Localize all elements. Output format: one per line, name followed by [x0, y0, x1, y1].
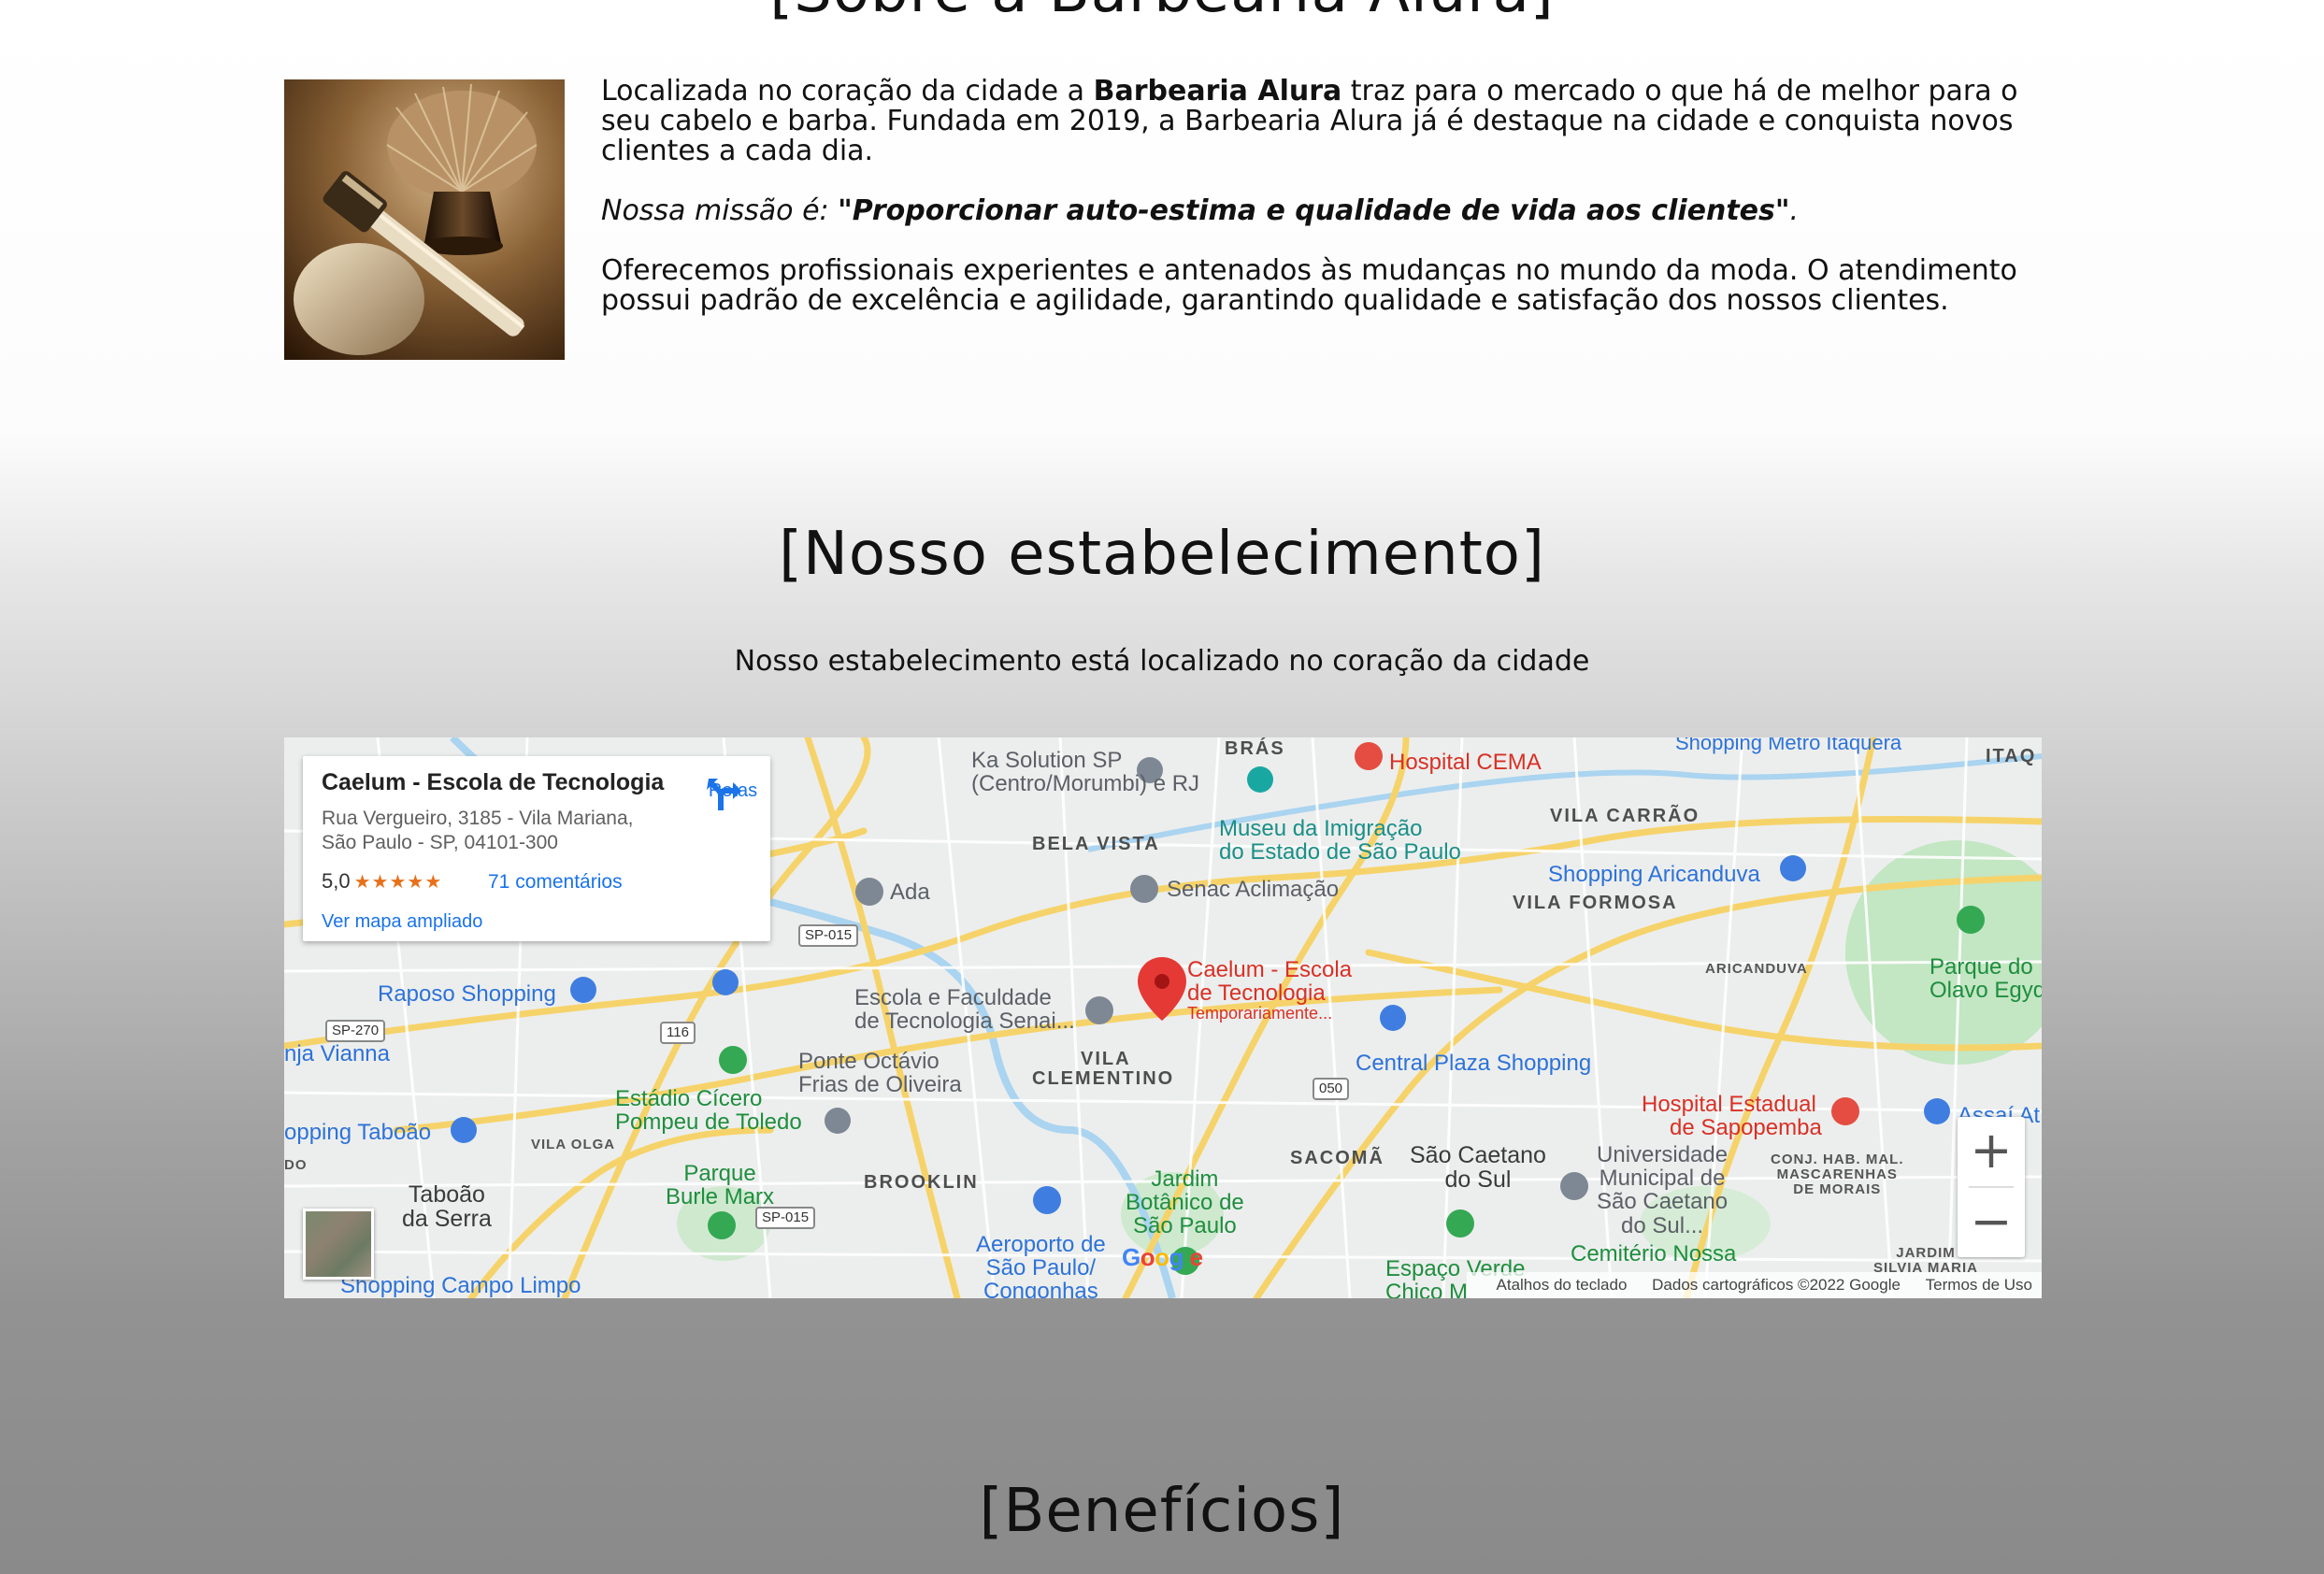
map-footer: Atalhos do teclado Dados cartográficos ©…: [1466, 1272, 2042, 1298]
map-label-sacoma: SACOMÃ: [1290, 1148, 1384, 1168]
road-shield-116: 116: [660, 1022, 696, 1044]
map-label-vianna: nja Vianna: [284, 1041, 390, 1066]
view-larger-map-link[interactable]: Ver mapa ampliado: [322, 911, 482, 933]
google-logo: Google: [1122, 1243, 1203, 1271]
terms-of-use-link[interactable]: Termos de Uso: [1926, 1276, 2032, 1294]
place-title: Caelum - Escola de Tecnologia: [322, 769, 665, 795]
map-label-ada: Ada: [890, 880, 930, 905]
map-label-shopping-campo-limpo: Shopping Campo Limpo: [340, 1273, 581, 1298]
keyboard-shortcuts-link[interactable]: Atalhos do teclado: [1497, 1276, 1628, 1294]
road-shield-050: 050: [1313, 1078, 1350, 1100]
place-rating: 5,0 ★★★★★: [322, 869, 443, 893]
map-label-parque-burle-marx: Parque Burle Marx: [666, 1161, 775, 1210]
map-label-aeroporto: Aeroporto de São Paulo/Congonhas: [976, 1232, 1106, 1298]
map-place-card: Caelum - Escola de Tecnologia Rua Vergue…: [303, 756, 770, 941]
embedded-google-map[interactable]: Ka Solution SP (Centro/Morumbi) e RJ BRÁS…: [284, 737, 2042, 1298]
star-rating-icon: ★★★★★: [353, 872, 443, 893]
road-shield-sp015: SP-015: [798, 924, 859, 947]
map-label-central-plaza: Central Plaza Shopping: [1356, 1051, 1592, 1076]
about-section-title: [Sobre a Barbearia Alura]: [0, 0, 2324, 26]
reviews-link[interactable]: 71 comentários: [488, 871, 623, 894]
zoom-controls: + −: [1958, 1117, 2025, 1257]
map-label-aricanduva: ARICANDUVA: [1705, 961, 1808, 977]
map-label-ponte: Ponte Octávio Frias de Oliveira: [798, 1049, 962, 1098]
map-label-vila-olga: VILA OLGA: [531, 1137, 616, 1152]
zoom-out-button[interactable]: −: [1958, 1188, 2025, 1255]
map-label-vila-carrao: VILA CARRÃO: [1550, 806, 1700, 826]
establishment-description: Nosso estabelecimento está localizado no…: [734, 645, 1590, 678]
about-text-block: Localizada no coração da cidade a Barbea…: [601, 77, 2041, 346]
map-label-shopping-taboao: opping Taboão: [284, 1120, 432, 1145]
map-label-parque-carmo: Parque do Olavo Egyd: [1929, 954, 2042, 1004]
map-label-brooklin: BROOKLIN: [864, 1172, 979, 1193]
satellite-view-toggle[interactable]: [303, 1209, 374, 1280]
map-data-attribution: Dados cartográficos ©2022 Google: [1652, 1276, 1901, 1294]
map-label-ka-solution: Ka Solution SP (Centro/Morumbi) e RJ: [971, 748, 1200, 797]
map-label-vila-clementino: VILA CLEMENTINO: [1032, 1049, 1175, 1089]
about-mission: Nossa missão é: "Proporcionar auto-estim…: [601, 194, 1800, 227]
map-label-vila-formosa: VILA FORMOSA: [1513, 893, 1678, 913]
map-label-conj-hab: CONJ. HAB. MAL. MASCARENHAS DE MORAIS: [1771, 1152, 1904, 1197]
map-label-hospital-cema: Hospital CEMA: [1389, 750, 1542, 775]
map-label-cemiterio: Cemitério Nossa: [1571, 1241, 1737, 1266]
zoom-in-button[interactable]: +: [1958, 1117, 2025, 1184]
map-label-escola-senai: Escola e Faculdade de Tecnologia Senai...: [854, 985, 1075, 1035]
map-label-shopping-aricanduva: Shopping Aricanduva: [1548, 862, 1760, 887]
map-label-do: DO: [284, 1157, 308, 1173]
road-shield-sp270: SP-270: [325, 1020, 386, 1042]
establishment-section-title: [Nosso estabelecimento]: [779, 520, 1545, 589]
mission-quote: "Proporcionar auto-estima e qualidade de…: [838, 194, 1790, 227]
brand-name: Barbearia Alura: [1093, 75, 1342, 107]
map-label-hospital-sapopemba: Hospital Estadual de Sapopemba: [1642, 1092, 1822, 1141]
map-label-raposo-shopping: Raposo Shopping: [378, 981, 556, 1007]
directions-button[interactable]: Rotas: [705, 775, 761, 810]
map-pin-caelum-label[interactable]: Caelum - Escola de Tecnologia Temporaria…: [1187, 958, 1352, 1023]
map-label-estadio: Estádio Cícero Pompeu de Toledo: [615, 1086, 802, 1136]
about-paragraph-intro: Localizada no coração da cidade a Barbea…: [601, 75, 2018, 167]
map-label-jardim-botanico: Jardim Botânico de São Paulo: [1126, 1166, 1244, 1239]
benefits-section-title: [Benefícios]: [979, 1477, 1345, 1546]
map-label-taboao-serra: Taboão da Serra: [402, 1181, 492, 1233]
map-label-universidade: Universidade Municipal de São Caetano do Su…: [1597, 1142, 1729, 1238]
map-label-bela-vista: BELA VISTA: [1032, 834, 1160, 854]
map-label-itaq: ITAQ: [1986, 746, 2037, 766]
about-paragraph-services: Oferecemos profissionais experientes e a…: [601, 254, 2017, 317]
road-shield-sp015: SP-015: [755, 1207, 816, 1229]
map-label-bras: BRÁS: [1225, 738, 1285, 759]
place-address: Rua Vergueiro, 3185 - Vila Mariana, São …: [322, 808, 634, 853]
shaving-brush-razor-image: [284, 79, 565, 360]
map-label-sao-caetano: São Caetano do Sul: [1410, 1142, 1546, 1194]
map-label-museu: Museu da Imigração do Estado de São Paulo: [1219, 816, 1461, 866]
map-label-shopping-metro: Shopping Metrô Itaquera: [1675, 737, 1902, 754]
map-label-senac: Senac Aclimação: [1167, 877, 1340, 902]
